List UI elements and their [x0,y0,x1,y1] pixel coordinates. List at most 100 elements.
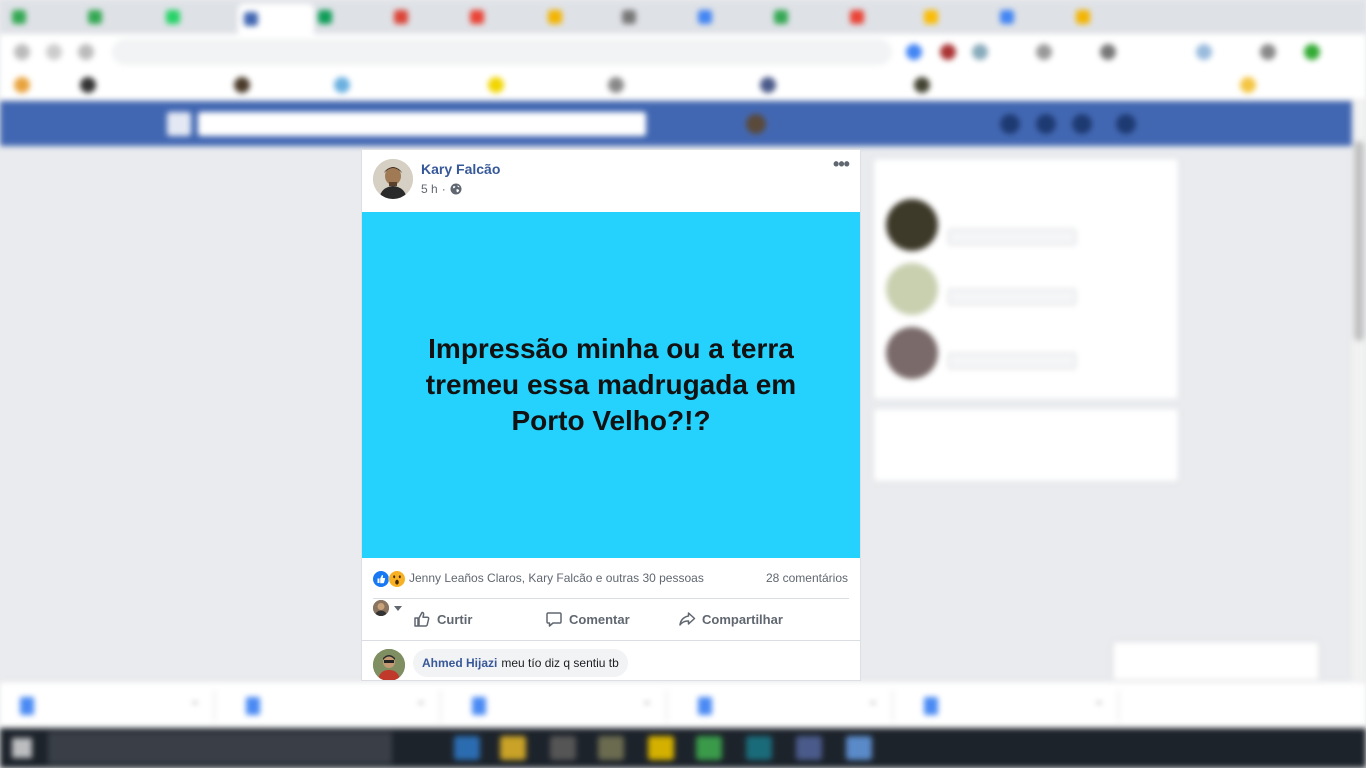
browser-tab[interactable] [394,6,460,28]
facebook-logo[interactable] [167,112,191,136]
extension-icon[interactable] [1036,44,1052,60]
more-options-icon[interactable]: ••• [830,155,852,176]
avatar [373,600,389,616]
avatar-photo-icon [373,649,405,680]
reload-icon[interactable] [78,44,94,60]
bookmark[interactable] [234,77,250,93]
post-actions: Curtir Comentar Compartilhar [373,598,849,641]
add-friend-button[interactable] [948,229,1076,245]
messages-icon[interactable] [1036,114,1056,134]
bookmark[interactable] [608,77,624,93]
bookmark[interactable] [760,77,776,93]
help-icon[interactable] [1116,114,1136,134]
extension-icon[interactable] [906,44,922,60]
download-item[interactable]: ⌃ [4,690,215,722]
browser-tab[interactable] [166,6,232,28]
download-item[interactable]: ⌃ [456,690,667,722]
extension-icon[interactable] [1260,44,1276,60]
facebook-top-bar [0,101,1352,146]
avatar [886,327,938,379]
comment-button[interactable]: Comentar [545,599,630,639]
back-icon[interactable] [14,44,30,60]
downloads-bar: ⌃ ⌃ ⌃ ⌃ ⌃ [0,681,1366,729]
friend-requests-icon[interactable] [1000,114,1020,134]
commenter-avatar[interactable] [373,649,405,680]
bookmark[interactable] [488,77,504,93]
suggestion-item[interactable] [874,193,1178,257]
browser-tab[interactable] [88,6,154,28]
download-item[interactable]: ⌃ [682,690,893,722]
bookmark[interactable] [1240,77,1256,93]
suggestion-item[interactable] [874,257,1178,321]
browser-tab[interactable] [924,6,990,28]
taskbar-app-icon[interactable] [454,736,480,760]
taskbar-app-icon[interactable] [746,736,772,760]
like-label: Curtir [437,611,473,627]
add-friend-button[interactable] [948,289,1076,305]
browser-tab[interactable] [698,6,764,28]
share-icon [679,612,696,626]
taskbar-app-icon[interactable] [550,736,576,760]
browser-tab[interactable] [850,6,916,28]
bookmarks-bar [0,70,1366,101]
browser-tab[interactable] [12,6,78,28]
chat-bar[interactable] [1113,642,1319,680]
scrollbar-thumb[interactable] [1354,141,1364,341]
post-meta: 5 h · [421,182,462,196]
browser-tab[interactable] [1000,6,1066,28]
comment-label: Comentar [569,611,630,627]
browser-tab-active[interactable] [238,4,314,34]
commenter-name[interactable]: Ahmed Hijazi [422,656,497,670]
bookmark[interactable] [914,77,930,93]
author-name[interactable]: Kary Falcão [421,161,500,177]
browser-tab[interactable] [318,6,384,28]
download-item[interactable]: ⌃ [230,690,441,722]
facebook-search-input[interactable] [198,112,646,136]
like-button[interactable]: Curtir [413,599,472,639]
address-bar[interactable] [112,39,892,65]
extension-icon[interactable] [940,44,956,60]
browser-tab[interactable] [1076,6,1142,28]
reactions-text[interactable]: Jenny Leaños Claros, Kary Falcão e outra… [409,571,704,585]
comments-count[interactable]: 28 comentários [766,571,848,585]
profile-avatar[interactable] [746,114,766,134]
bookmark[interactable] [14,77,30,93]
suggestion-item[interactable] [874,321,1178,385]
reactions-icons[interactable] [373,570,407,588]
forward-icon[interactable] [46,44,62,60]
taskbar-app-icon[interactable] [846,736,872,760]
download-item[interactable]: ⌃ [908,690,1119,722]
browser-tab[interactable] [622,6,688,28]
facebook-post: Kary Falcão 5 h · ••• Impressão minha ou… [361,149,861,681]
taskbar-app-icon[interactable] [500,736,526,760]
bookmark[interactable] [80,77,96,93]
extension-icon[interactable] [1196,44,1212,60]
taskbar-app-icon[interactable] [696,736,722,760]
caret-down-icon [394,606,402,611]
taskbar-app-icon[interactable] [796,736,822,760]
author-avatar[interactable] [373,159,413,199]
page-scrollbar[interactable] [1352,101,1366,681]
taskbar-app-icon[interactable] [648,736,674,760]
reactions-row: Jenny Leaños Claros, Kary Falcão e outra… [362,558,860,598]
share-button[interactable]: Compartilhar [678,599,783,639]
windows-taskbar [0,728,1366,768]
meta-separator: · [441,182,446,196]
taskbar-search[interactable] [48,732,392,764]
notifications-icon[interactable] [1072,114,1092,134]
taskbar-app-icon[interactable] [598,736,624,760]
avatar [886,199,938,251]
comment-text: meu tío diz q sentiu tb [501,656,619,670]
globe-icon[interactable] [450,183,462,195]
extension-icon[interactable] [1100,44,1116,60]
browser-tab[interactable] [548,6,614,28]
browser-tab[interactable] [774,6,840,28]
browser-tab[interactable] [470,6,536,28]
post-time[interactable]: 5 h [421,182,438,196]
bookmark[interactable] [334,77,350,93]
add-friend-button[interactable] [948,353,1076,369]
start-icon[interactable] [12,738,32,758]
extension-icon[interactable] [972,44,988,60]
profile-icon[interactable] [1304,44,1320,60]
like-icon [373,571,389,587]
